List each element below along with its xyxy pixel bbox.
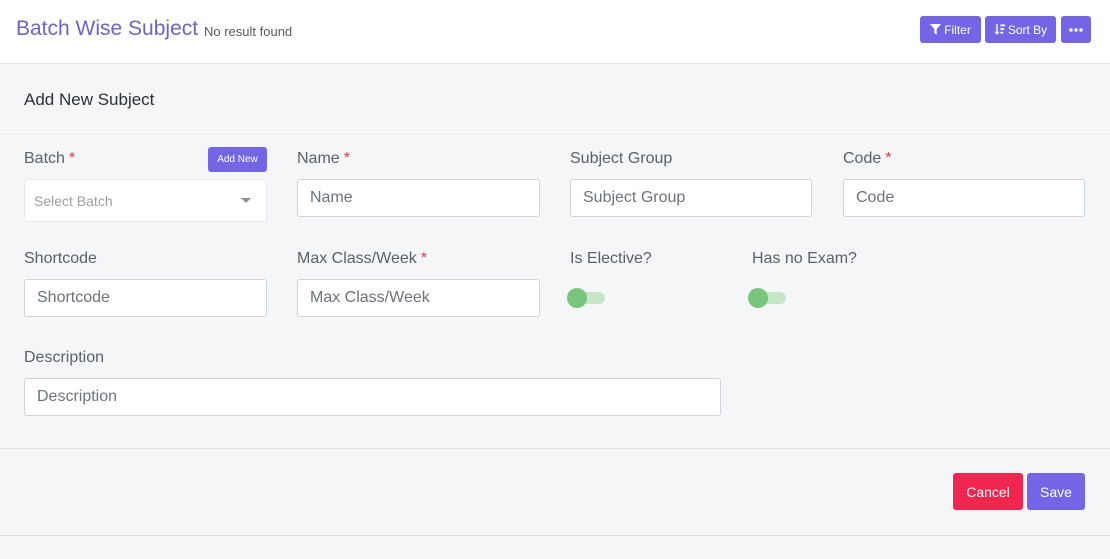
is-elective-toggle[interactable] (567, 287, 607, 308)
name-input[interactable] (297, 179, 540, 217)
caret-down-icon (241, 198, 251, 203)
page-header: Batch Wise Subject No result found Filte… (0, 0, 1110, 64)
batch-select[interactable]: Select Batch (24, 179, 267, 222)
batch-label: Batch * (24, 150, 76, 167)
cancel-button[interactable]: Cancel (953, 473, 1023, 510)
divider (0, 134, 1110, 135)
sort-icon (994, 24, 1005, 35)
code-input[interactable] (843, 179, 1085, 217)
filter-button[interactable]: Filter (920, 16, 981, 43)
shortcode-input[interactable] (24, 279, 267, 317)
filter-button-label: Filter (944, 22, 971, 37)
page-title: Batch Wise Subject (16, 17, 199, 40)
description-input[interactable] (24, 378, 721, 416)
form-title: Add New Subject (24, 90, 155, 109)
divider (0, 448, 1110, 449)
toggle-knob (567, 288, 587, 308)
has-no-exam-toggle[interactable] (748, 287, 788, 308)
batch-select-placeholder: Select Batch (34, 193, 113, 209)
filter-icon (930, 24, 942, 35)
required-mark: * (420, 250, 427, 267)
required-mark: * (68, 150, 76, 167)
shortcode-label: Shortcode (24, 250, 97, 267)
required-mark: * (885, 150, 892, 167)
ellipsis-icon (1069, 27, 1083, 32)
has-no-exam-label: Has no Exam? (752, 250, 857, 267)
add-subject-form: Add New Subject Batch * Add New Select Ba… (0, 64, 1110, 536)
description-label: Description (24, 349, 105, 366)
sort-button[interactable]: Sort By (985, 16, 1056, 43)
sort-button-label: Sort By (1007, 22, 1048, 37)
max-class-week-input[interactable] (297, 279, 540, 317)
add-new-batch-button[interactable]: Add New (208, 147, 267, 172)
subject-group-label: Subject Group (570, 150, 673, 167)
save-button[interactable]: Save (1027, 473, 1085, 510)
code-label: Code * (843, 150, 892, 167)
more-options-button[interactable] (1061, 16, 1091, 43)
required-mark: * (343, 150, 350, 167)
subject-group-input[interactable] (570, 179, 812, 217)
result-count-text: No result found (204, 24, 293, 39)
toggle-knob (748, 288, 768, 308)
is-elective-label: Is Elective? (570, 250, 652, 267)
max-class-week-label: Max Class/Week * (297, 250, 427, 267)
name-label: Name * (297, 150, 350, 167)
